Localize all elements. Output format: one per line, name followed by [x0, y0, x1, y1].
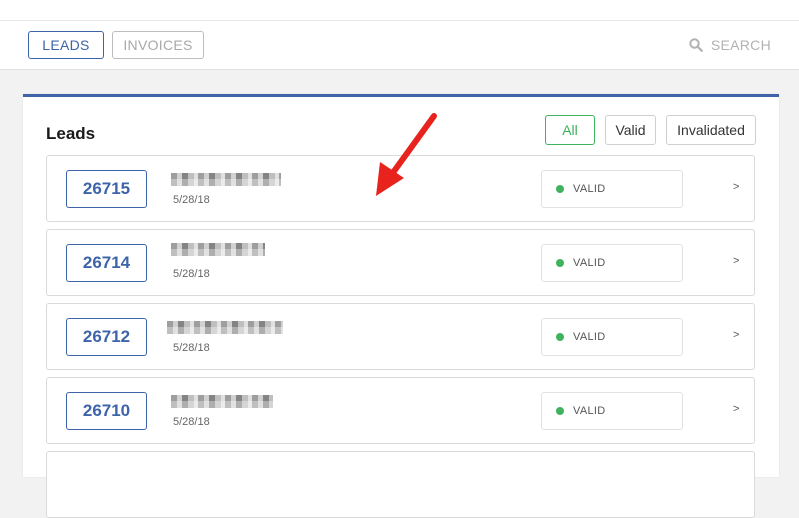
redacted-lead-name [171, 395, 273, 408]
filter-valid[interactable]: Valid [605, 115, 656, 145]
lead-row[interactable]: 26712 5/28/18 VALID > [46, 303, 755, 370]
chevron-right-icon[interactable]: > [733, 329, 739, 341]
lead-row[interactable]: 26714 5/28/18 VALID > [46, 229, 755, 296]
lead-date: 5/28/18 [173, 416, 210, 428]
status-badge: VALID [541, 244, 683, 282]
chevron-right-icon[interactable]: > [733, 181, 739, 193]
lead-date: 5/28/18 [173, 268, 210, 280]
lead-id-button[interactable]: 26712 [66, 318, 147, 356]
chevron-right-icon[interactable]: > [733, 403, 739, 415]
lead-date: 5/28/18 [173, 342, 210, 354]
redacted-lead-name [171, 243, 265, 256]
status-label: VALID [573, 331, 606, 343]
status-label: VALID [573, 257, 606, 269]
chevron-right-icon[interactable]: > [733, 255, 739, 267]
status-label: VALID [573, 405, 606, 417]
status-dot-icon [556, 333, 564, 341]
lead-date: 5/28/18 [173, 194, 210, 206]
tab-invoices[interactable]: INVOICES [112, 31, 204, 59]
status-badge: VALID [541, 392, 683, 430]
top-navbar: LEADS INVOICES SEARCH [0, 21, 799, 70]
lead-id-button[interactable]: 26715 [66, 170, 147, 208]
filter-invalidated[interactable]: Invalidated [666, 115, 756, 145]
status-label: VALID [573, 183, 606, 195]
filter-all[interactable]: All [545, 115, 595, 145]
lead-row[interactable] [46, 451, 755, 518]
status-dot-icon [556, 407, 564, 415]
redacted-lead-name [167, 321, 283, 334]
annotation-arrow-icon [376, 113, 437, 196]
lead-id-button[interactable]: 26710 [66, 392, 147, 430]
status-dot-icon [556, 185, 564, 193]
top-strip [0, 0, 799, 21]
status-badge: VALID [541, 318, 683, 356]
search-label: SEARCH [710, 37, 771, 53]
lead-id-button[interactable]: 26714 [66, 244, 147, 282]
panel-title: Leads [46, 124, 96, 143]
status-dot-icon [556, 259, 564, 267]
tab-leads[interactable]: LEADS [28, 31, 104, 59]
search-button[interactable]: SEARCH [689, 31, 771, 59]
search-icon [689, 38, 703, 52]
redacted-lead-name [171, 173, 281, 186]
lead-row[interactable]: 26710 5/28/18 VALID > [46, 377, 755, 444]
status-badge: VALID [541, 170, 683, 208]
